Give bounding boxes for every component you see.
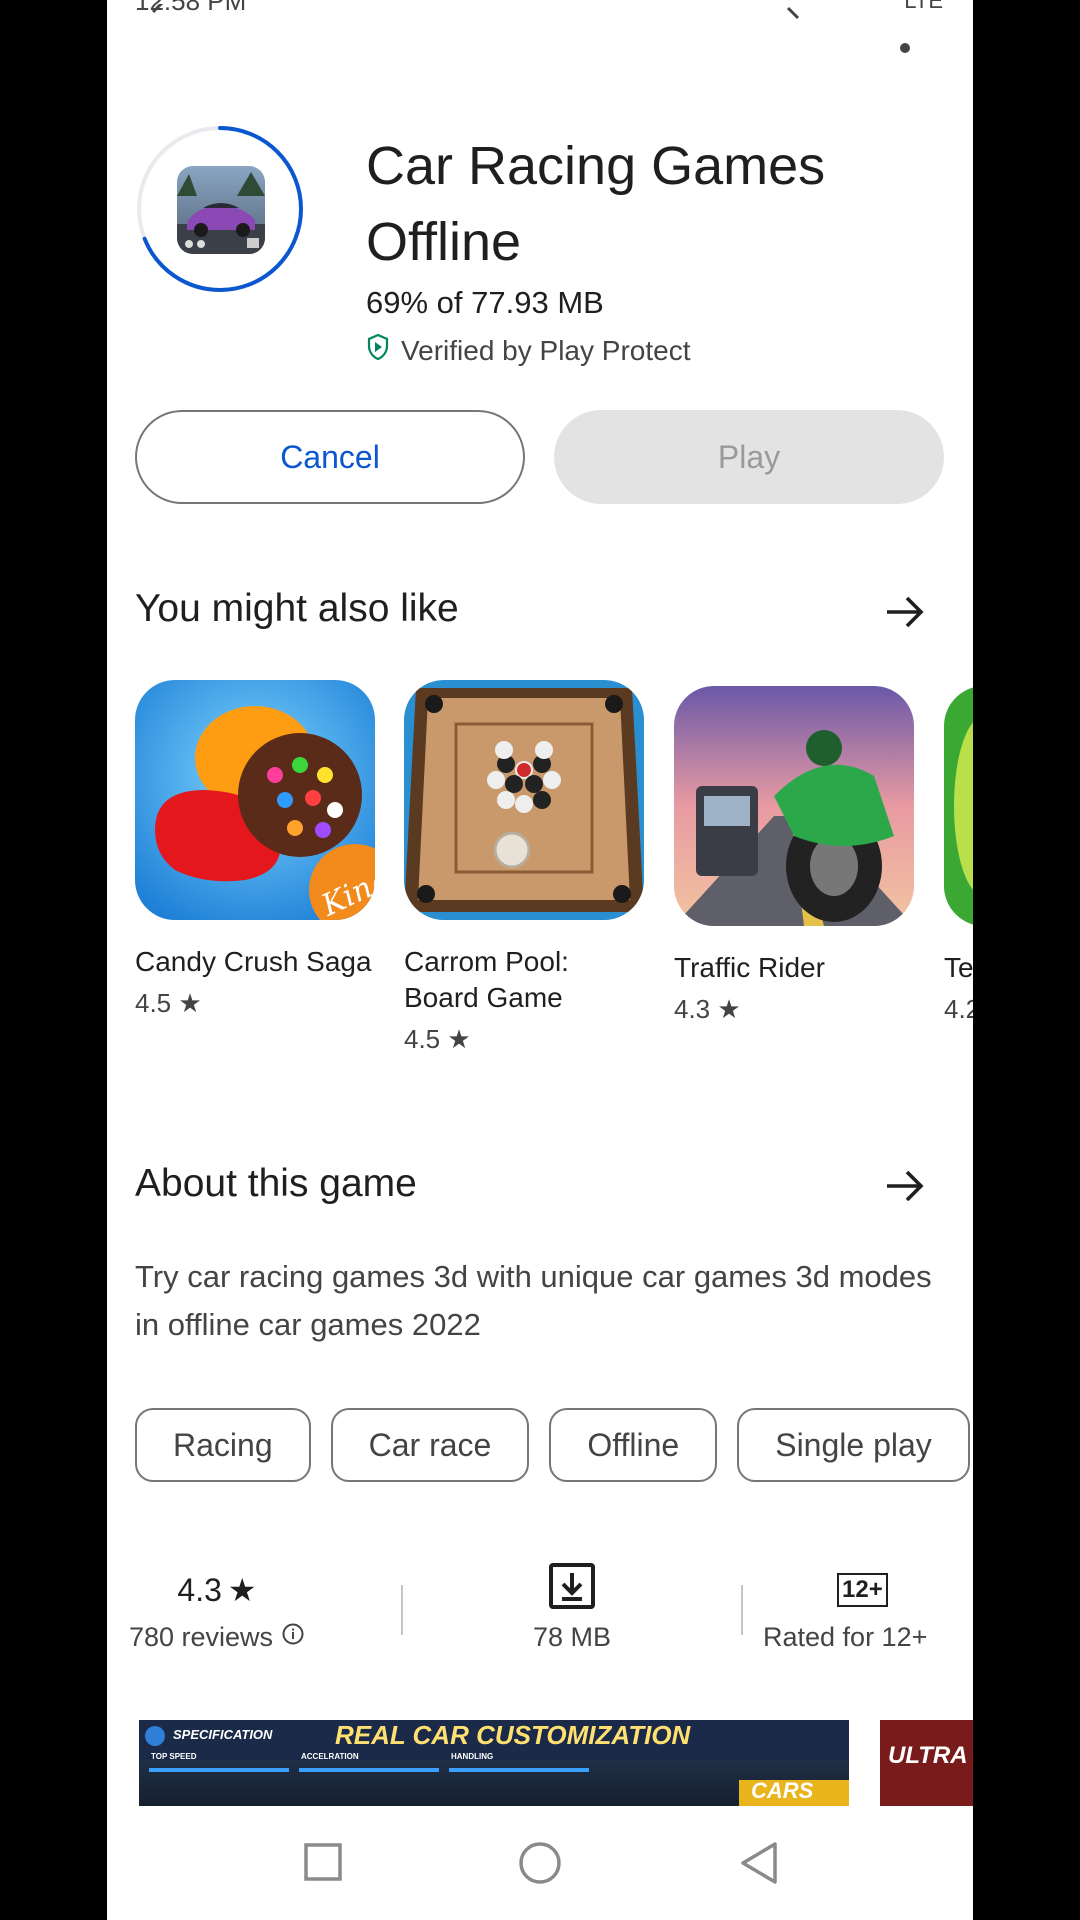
- about-section-title: About this game: [135, 1162, 417, 1205]
- tag-chip-offline[interactable]: Offline: [549, 1408, 718, 1482]
- tag-chip-single-play[interactable]: Single play: [737, 1408, 970, 1482]
- app-rating: 4.2: [944, 994, 973, 1024]
- about-arrow-icon[interactable]: [881, 1162, 929, 1210]
- screenshot-stat-handling: HANDLING: [451, 1752, 494, 1761]
- back-icon[interactable]: [127, 0, 187, 48]
- rating-value: 4.3: [177, 1571, 222, 1608]
- traffic-rider-icon: [674, 686, 914, 926]
- verified-label: Verified by Play Protect: [401, 334, 691, 366]
- carrom-pool-icon: [404, 680, 644, 920]
- candy-crush-icon: King: [135, 680, 375, 920]
- similar-section-title: You might also like: [135, 587, 459, 630]
- search-icon[interactable]: [762, 0, 822, 48]
- play-protect-badge: Verified by Play Protect: [367, 333, 691, 367]
- tag-chip-racing[interactable]: Racing: [135, 1408, 311, 1482]
- shield-icon: [367, 333, 389, 367]
- tag-chips: Racing Car race Offline Single play: [135, 1408, 970, 1482]
- similar-arrow-icon[interactable]: [881, 588, 929, 636]
- size-stat: 78 MB: [422, 1562, 722, 1653]
- play-store-screen: 12:58 PM LTE Car Racing Games Offline 69…: [107, 0, 973, 1920]
- system-nav-bar: [107, 1808, 973, 1920]
- more-options-icon[interactable]: [885, 14, 925, 66]
- download-icon: [548, 1562, 596, 1618]
- age-rating-text: Rated for 12+: [763, 1622, 928, 1652]
- rating-stat[interactable]: 4.3 ★ 780 reviews: [117, 1564, 317, 1653]
- screenshot-headline: REAL CAR CUSTOMIZATION: [335, 1720, 691, 1750]
- status-network: LTE: [904, 0, 943, 13]
- download-progress-text: 69% of 77.93 MB: [366, 285, 604, 320]
- app-name: Traffic Rider: [674, 952, 825, 983]
- info-icon[interactable]: [281, 1622, 305, 1653]
- app-card-carrom-pool[interactable]: Carrom Pool: Board Game 4.5 ★: [404, 680, 644, 1055]
- app-card-partial[interactable]: Te 4.2: [944, 686, 973, 1025]
- screenshot-2-headline: ULTRA: [888, 1742, 968, 1769]
- stat-divider: [741, 1585, 743, 1635]
- partial-app-icon: [944, 686, 973, 926]
- screenshot-cars-badge: CARS: [751, 1778, 814, 1803]
- size-value: 78 MB: [532, 1622, 612, 1652]
- star-icon: ★: [227, 1572, 257, 1608]
- app-rating: 4.5 ★: [135, 988, 202, 1018]
- app-rating: 4.3 ★: [674, 994, 741, 1024]
- reviews-count: 780 reviews: [128, 1622, 274, 1652]
- recents-icon[interactable]: [303, 1842, 343, 1887]
- screenshot-stat-acceleration: ACCELRATION: [301, 1752, 359, 1761]
- cancel-button[interactable]: Cancel: [135, 410, 525, 504]
- home-icon[interactable]: [517, 1840, 563, 1891]
- app-card-candy-crush[interactable]: King Candy Crush Saga 4.5 ★: [135, 680, 375, 1019]
- screenshot-spec-label: SPECIFICATION: [173, 1727, 273, 1742]
- stat-divider: [401, 1585, 403, 1635]
- app-rating: 4.5 ★: [404, 1024, 471, 1054]
- app-name: Candy Crush Saga: [135, 946, 372, 977]
- screenshot-1[interactable]: SPECIFICATION REAL CAR CUSTOMIZATION TOP…: [139, 1720, 849, 1806]
- age-rating-stat[interactable]: 12+ Rated for 12+: [755, 1564, 973, 1653]
- tag-chip-car-race[interactable]: Car race: [330, 1408, 530, 1482]
- age-rating-badge: 12+: [837, 1573, 888, 1607]
- screenshot-2[interactable]: ULTRA: [880, 1720, 973, 1806]
- app-name: Carrom Pool: Board Game: [404, 946, 569, 1013]
- app-title: Car Racing Games Offline: [366, 136, 826, 272]
- about-description: Try car racing games 3d with unique car …: [135, 1259, 932, 1342]
- app-icon: [177, 166, 265, 254]
- screenshot-stat-top-speed: TOP SPEED: [151, 1752, 197, 1761]
- app-name: Te: [944, 952, 973, 983]
- app-card-traffic-rider[interactable]: Traffic Rider 4.3 ★: [674, 686, 914, 1025]
- back-nav-icon[interactable]: [737, 1840, 781, 1891]
- play-button[interactable]: Play: [554, 410, 944, 504]
